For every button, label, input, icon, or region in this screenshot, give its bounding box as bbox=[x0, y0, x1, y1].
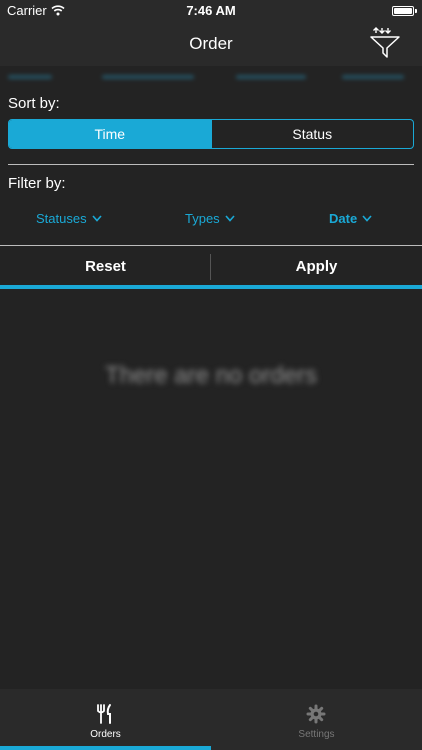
page-title: Order bbox=[189, 34, 233, 53]
filter-types-label: Types bbox=[185, 211, 220, 226]
tab-orders[interactable]: Orders bbox=[0, 689, 211, 750]
filter-date-dropdown[interactable]: Date bbox=[329, 211, 372, 226]
sort-option-status[interactable]: Status bbox=[210, 120, 414, 148]
tab-bar: Orders Settings bbox=[0, 689, 422, 750]
chevron-down-icon bbox=[362, 215, 372, 222]
filter-types-dropdown[interactable]: Types bbox=[185, 211, 235, 226]
apply-button[interactable]: Apply bbox=[211, 246, 422, 286]
filter-date-label: Date bbox=[329, 211, 358, 226]
sort-label: Sort by: bbox=[8, 95, 60, 112]
filter-row: Statuses Types Date bbox=[0, 211, 422, 227]
status-bar: Carrier 7:46 AM bbox=[0, 0, 422, 22]
tab-orders-label: Orders bbox=[90, 729, 121, 740]
tab-settings-label: Settings bbox=[298, 729, 335, 740]
nav-bar: Order bbox=[0, 22, 422, 66]
gear-icon bbox=[306, 704, 326, 724]
blurred-tab-strip bbox=[0, 66, 422, 86]
empty-state-message: There are no orders bbox=[104, 362, 318, 389]
accent-bar bbox=[0, 285, 422, 289]
reset-button[interactable]: Reset bbox=[0, 246, 211, 286]
chevron-down-icon bbox=[225, 215, 235, 222]
sort-option-time[interactable]: Time bbox=[9, 120, 211, 148]
sort-segmented-control: Time Status bbox=[8, 119, 414, 149]
funnel-sort-icon[interactable] bbox=[368, 26, 402, 60]
filter-statuses-label: Statuses bbox=[36, 211, 87, 226]
status-time: 7:46 AM bbox=[186, 3, 236, 18]
filter-actions: Reset Apply bbox=[0, 246, 422, 286]
filter-statuses-dropdown[interactable]: Statuses bbox=[36, 211, 102, 226]
tab-settings[interactable]: Settings bbox=[211, 689, 422, 750]
fork-knife-icon bbox=[97, 704, 111, 724]
chevron-down-icon bbox=[91, 215, 102, 222]
divider bbox=[8, 164, 414, 165]
battery-icon bbox=[392, 6, 417, 16]
active-tab-indicator bbox=[0, 746, 211, 750]
screen: Carrier 7:46 AM Order Sort by: Time Stat… bbox=[0, 0, 422, 750]
filter-label: Filter by: bbox=[8, 175, 66, 192]
